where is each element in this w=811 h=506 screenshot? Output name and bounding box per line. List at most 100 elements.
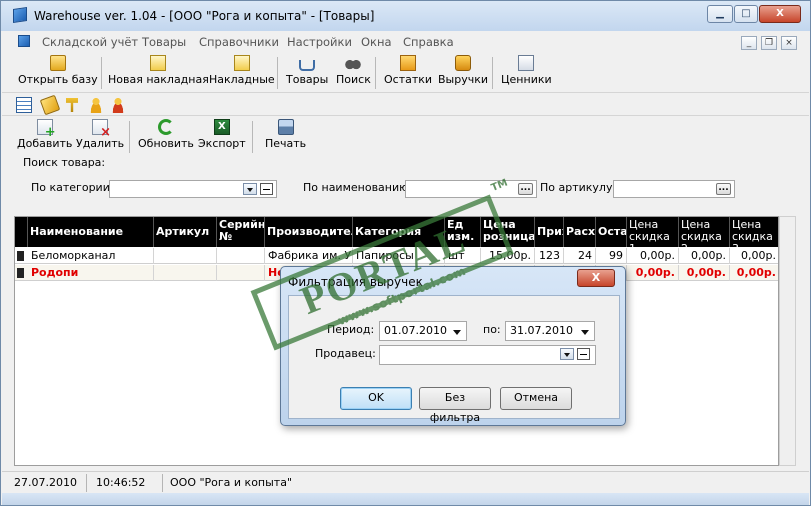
status-company: ООО "Рога и копыта": [170, 476, 293, 489]
search-button[interactable]: Поиск: [336, 55, 371, 86]
ok-button[interactable]: OK: [340, 387, 412, 410]
category-dropdown-button[interactable]: [243, 183, 257, 195]
cancel-button[interactable]: Отмена: [500, 387, 572, 410]
header-balance[interactable]: Остаток: [596, 217, 627, 247]
status-date: 27.07.2010: [14, 476, 77, 489]
mdi-restore-button[interactable]: ❐: [761, 36, 777, 50]
refresh-button[interactable]: Обновить: [138, 119, 194, 150]
header-income[interactable]: Приход: [535, 217, 564, 247]
seller-clear-button[interactable]: [577, 348, 590, 360]
menu-settings[interactable]: Настройки: [287, 35, 352, 49]
header-unit[interactable]: Ед изм.: [445, 217, 481, 247]
goods-button[interactable]: Товары: [286, 55, 328, 86]
table-row[interactable]: Беломорканал Фабрика им. Ур Папиросы шт …: [15, 248, 778, 264]
no-filter-button[interactable]: Без фильтра: [419, 387, 491, 424]
period-from-combo[interactable]: 01.07.2010: [379, 321, 467, 341]
menu-goods[interactable]: Товары: [142, 35, 186, 49]
header-name[interactable]: Наименование: [28, 217, 154, 247]
header-outcome[interactable]: Расход: [564, 217, 596, 247]
menu-windows[interactable]: Окна: [361, 35, 392, 49]
revenue-button[interactable]: Выручки: [438, 55, 488, 86]
seller-label: Продавец:: [315, 347, 376, 360]
mdi-close-button[interactable]: ×: [781, 36, 797, 50]
user-icon[interactable]: [88, 97, 104, 113]
header-discount-3[interactable]: Цена скидка 3: [730, 217, 778, 248]
dialog-close-button[interactable]: X: [577, 269, 615, 287]
new-invoice-button[interactable]: Новая накладная: [108, 55, 209, 86]
period-to-combo[interactable]: 31.07.2010: [505, 321, 595, 341]
name-label: По наименованию:: [303, 181, 413, 194]
title-bar: Warehouse ver. 1.04 - [ООО "Рога и копыт…: [1, 1, 810, 31]
box-icon: [400, 55, 417, 71]
header-category[interactable]: Категория: [353, 217, 445, 247]
category-combo[interactable]: [109, 180, 277, 198]
mdi-child-icon[interactable]: [18, 35, 30, 47]
add-button[interactable]: Добавить: [17, 119, 72, 150]
status-time: 10:46:52: [96, 476, 146, 489]
menu-help[interactable]: Справка: [403, 35, 454, 49]
add-document-icon: [36, 119, 56, 140]
main-toolbar: Открыть базу Новая накладная Накладные Т…: [2, 53, 809, 93]
seller-combo[interactable]: [379, 345, 596, 365]
dialog-body: Период: 01.07.2010 по: 31.07.2010 Продав…: [288, 295, 620, 424]
window-title: Warehouse ver. 1.04 - [ООО "Рога и копыт…: [34, 9, 375, 23]
export-button[interactable]: X Экспорт: [198, 119, 246, 150]
minimize-button[interactable]: ▁: [707, 5, 733, 23]
seller-dropdown-button[interactable]: [560, 348, 574, 360]
category-clear-button[interactable]: [260, 183, 273, 195]
printer-icon: [277, 119, 294, 135]
toolbar-separator: [129, 121, 130, 153]
label-icon[interactable]: [39, 94, 61, 116]
main-window: Warehouse ver. 1.04 - [ООО "Рога и копыт…: [0, 0, 811, 506]
stock-button[interactable]: Остатки: [384, 55, 432, 86]
header-discount-2[interactable]: Цена скидка 2: [679, 217, 730, 247]
chevron-down-icon[interactable]: [581, 330, 589, 335]
price-tag-icon: [518, 55, 535, 71]
invoices-button[interactable]: Накладные: [209, 55, 275, 86]
delete-button[interactable]: Удалить: [76, 119, 124, 150]
toolbar-separator: [492, 57, 493, 89]
hammer-icon[interactable]: [66, 98, 78, 112]
print-button[interactable]: Печать: [265, 119, 306, 150]
quick-toolbar: [2, 94, 809, 116]
chevron-down-icon[interactable]: [453, 330, 461, 335]
header-retail-price[interactable]: Цена розница: [481, 217, 535, 247]
header-discount-1[interactable]: Цена скидка 1: [627, 217, 679, 247]
period-to-label: по:: [483, 323, 501, 336]
header-serial[interactable]: Серийн №: [217, 217, 265, 247]
grid-vertical-scrollbar[interactable]: [779, 216, 796, 466]
header-manufacturer[interactable]: Производител: [265, 217, 353, 247]
status-separator: [86, 474, 87, 492]
toolbar-separator: [375, 57, 376, 89]
table-icon[interactable]: [16, 97, 32, 113]
header-sku[interactable]: Артикул: [154, 217, 217, 247]
menu-references[interactable]: Справочники: [199, 35, 279, 49]
sku-label: По артикулу:: [540, 181, 617, 194]
seller-icon[interactable]: [110, 97, 126, 113]
category-label: По категории:: [31, 181, 114, 194]
toolbar-separator: [252, 121, 253, 153]
refresh-icon: [157, 119, 174, 135]
window-bottom-border: [2, 493, 809, 505]
sku-browse-button[interactable]: ...: [716, 183, 731, 195]
price-tags-button[interactable]: Ценники: [501, 55, 552, 86]
row-indicator-icon: [17, 251, 24, 261]
toolbar-separator: [101, 57, 102, 89]
header-indicator: [15, 217, 28, 247]
maximize-button[interactable]: □: [734, 5, 758, 23]
period-to-value: 31.07.2010: [510, 324, 573, 337]
menu-warehouse[interactable]: Складской учёт: [42, 35, 138, 49]
dialog-title: Фильтрация выручек: [288, 275, 423, 289]
search-legend: Поиск товара:: [23, 156, 106, 169]
close-button[interactable]: X: [759, 5, 801, 23]
open-db-button[interactable]: Открыть базу: [18, 55, 98, 86]
name-input[interactable]: ...: [405, 180, 537, 198]
name-browse-button[interactable]: ...: [518, 183, 533, 195]
new-document-icon: [150, 55, 167, 71]
wallet-icon: [455, 55, 471, 71]
menu-bar: Складской учёт Товары Справочники Настро…: [2, 32, 809, 52]
status-bar: 27.07.2010 10:46:52 ООО "Рога и копыта": [2, 471, 809, 493]
sku-input[interactable]: ...: [613, 180, 735, 198]
mdi-minimize-button[interactable]: _: [741, 36, 757, 50]
actions-toolbar: Добавить Удалить Обновить X Экспорт Печа…: [2, 117, 809, 155]
